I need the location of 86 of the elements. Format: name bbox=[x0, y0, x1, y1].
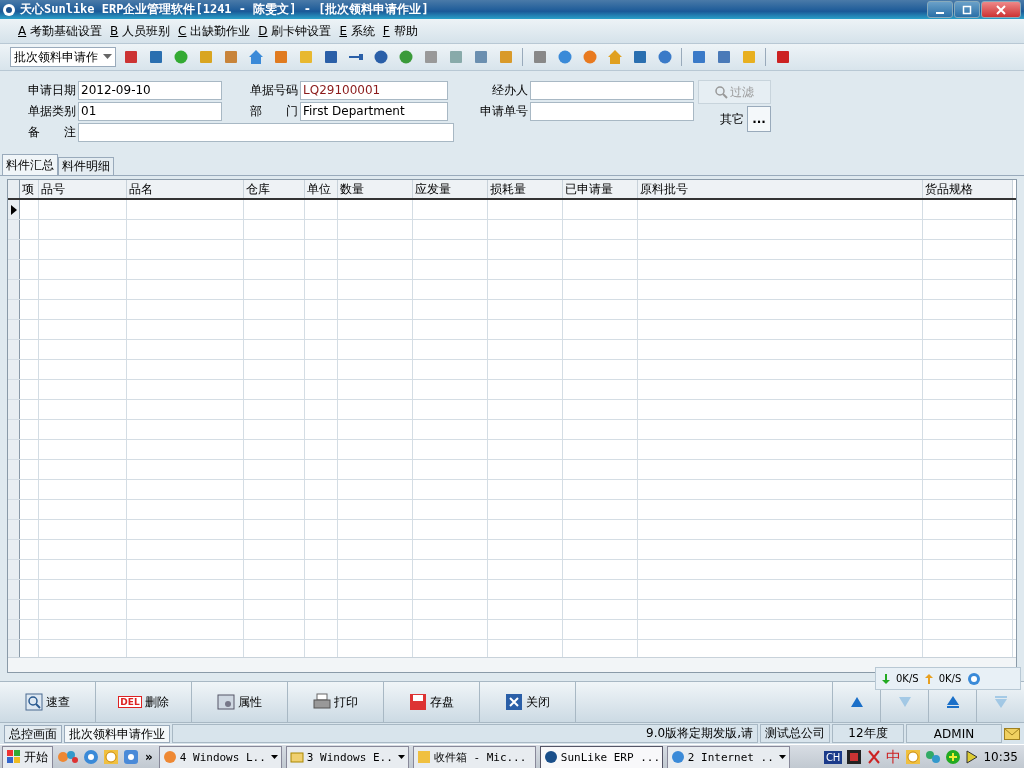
up-triangle-icon bbox=[945, 695, 960, 709]
menu-item[interactable]: D 刷卡钟设置 bbox=[254, 20, 336, 42]
column-header[interactable]: 数量 bbox=[338, 180, 413, 198]
input-field[interactable]: First Department bbox=[300, 102, 448, 121]
taskbar-button[interactable]: SunLike ERP ... bbox=[539, 745, 663, 768]
more-button[interactable]: » bbox=[143, 750, 155, 764]
caret-icon bbox=[397, 755, 405, 759]
caret-icon bbox=[778, 755, 786, 759]
menu-item[interactable]: F 帮助 bbox=[378, 20, 422, 42]
column-header[interactable]: 原料批号 bbox=[638, 180, 923, 198]
magnifier-icon bbox=[715, 85, 728, 99]
field-label: 经办人 bbox=[491, 82, 529, 99]
input-field[interactable]: 2012-09-10 bbox=[78, 81, 222, 100]
magnifier-icon bbox=[25, 693, 43, 711]
down-triangle-icon bbox=[993, 695, 1008, 709]
other-label: 其它 bbox=[720, 110, 744, 128]
current-row-icon bbox=[10, 204, 17, 215]
taskbar-button[interactable]: 4 Windows L... bbox=[158, 745, 282, 768]
download-arrow-icon bbox=[882, 673, 890, 684]
menu-item[interactable]: E 系统 bbox=[335, 20, 379, 42]
user-name: ADMIN bbox=[906, 724, 1002, 743]
input-field[interactable] bbox=[78, 123, 454, 142]
caret-icon bbox=[103, 54, 112, 60]
status-message: 9.0版将定期发版,请 bbox=[172, 724, 758, 743]
ime-mode[interactable]: 中 bbox=[886, 747, 902, 767]
input-field[interactable] bbox=[530, 102, 694, 121]
company-name: 测试总公司 bbox=[760, 724, 830, 743]
play-icon[interactable] bbox=[965, 749, 980, 765]
menu-item[interactable]: C 出缺勤作业 bbox=[174, 20, 255, 42]
input-field[interactable]: LQ29100001 bbox=[300, 81, 448, 100]
column-header[interactable]: 项 bbox=[20, 180, 39, 198]
tab[interactable]: 料件汇总 bbox=[2, 154, 58, 175]
field-label: 单据号码 bbox=[249, 82, 299, 99]
minimize-button[interactable] bbox=[927, 1, 953, 18]
language-button[interactable]: CH bbox=[823, 750, 843, 764]
field-label: 申请日期 bbox=[27, 82, 77, 99]
down-triangle-icon bbox=[897, 695, 912, 709]
column-header[interactable]: 已申请量 bbox=[563, 180, 638, 198]
restore-icon bbox=[962, 4, 972, 15]
input-field[interactable] bbox=[530, 81, 694, 100]
column-header[interactable]: 应发量 bbox=[413, 180, 488, 198]
taskbar-button[interactable]: 收件箱 - Mic... bbox=[412, 745, 536, 768]
flower-icon[interactable] bbox=[57, 748, 79, 766]
column-header[interactable]: 仓库 bbox=[244, 180, 305, 198]
field-label: 申请单号 bbox=[479, 103, 529, 120]
module-dropdown[interactable]: 批次领料申请作 bbox=[10, 47, 116, 67]
start-button[interactable]: 开始 bbox=[2, 745, 53, 768]
clock-time: 10:35 bbox=[983, 750, 1018, 764]
ime-icon[interactable] bbox=[866, 749, 883, 765]
upload-arrow-icon bbox=[924, 673, 933, 684]
column-header[interactable]: 单位 bbox=[305, 180, 338, 198]
properties-icon bbox=[217, 693, 235, 711]
window-tab[interactable]: 总控画面 bbox=[4, 724, 62, 743]
column-header[interactable]: 损耗量 bbox=[488, 180, 563, 198]
taskbar-button[interactable]: 3 Windows E... bbox=[285, 745, 409, 768]
delete-icon: DEL bbox=[118, 696, 142, 708]
folder-icon bbox=[289, 750, 304, 764]
close-button[interactable] bbox=[981, 1, 1021, 18]
up-triangle-icon bbox=[849, 695, 864, 709]
fiscal-year: 12年度 bbox=[832, 724, 904, 743]
app-logo-icon bbox=[2, 2, 16, 17]
caret-icon bbox=[270, 755, 278, 759]
printer-icon bbox=[313, 693, 331, 711]
window-title: 天心Sunlike ERP企业管理软件[1241 - 陈雯文] - [批次领料申请作业] bbox=[20, 1, 429, 18]
menu-item[interactable]: B 人员班别 bbox=[106, 20, 175, 42]
upload-speed: 0K/S bbox=[938, 673, 962, 684]
envelope-icon[interactable] bbox=[1004, 727, 1020, 740]
horizontal-scrollbar[interactable] bbox=[8, 657, 1016, 672]
field-label: 部 门 bbox=[249, 103, 299, 120]
field-label: 备 注 bbox=[27, 124, 77, 141]
taskbar-button[interactable]: 2 Internet ... bbox=[666, 745, 790, 768]
column-header[interactable]: 品名 bbox=[127, 180, 244, 198]
column-header[interactable]: 货品规格 bbox=[923, 180, 1013, 198]
flag-icon bbox=[7, 750, 21, 764]
app-logo-icon bbox=[543, 750, 558, 764]
tab[interactable]: 料件明细 bbox=[58, 157, 114, 175]
field-label: 单据类别 bbox=[27, 103, 77, 120]
menu-item[interactable]: A 考勤基础设置 bbox=[14, 20, 107, 42]
minimize-icon bbox=[936, 11, 944, 14]
window-tab[interactable]: 批次领料申请作业 bbox=[64, 724, 170, 743]
input-field[interactable]: 01 bbox=[78, 102, 222, 121]
more-button[interactable]: ... bbox=[747, 106, 771, 132]
row-header[interactable] bbox=[8, 200, 20, 219]
column-header[interactable]: 品号 bbox=[39, 180, 127, 198]
download-speed: 0K/S bbox=[896, 673, 919, 684]
restore-button[interactable] bbox=[954, 1, 980, 18]
